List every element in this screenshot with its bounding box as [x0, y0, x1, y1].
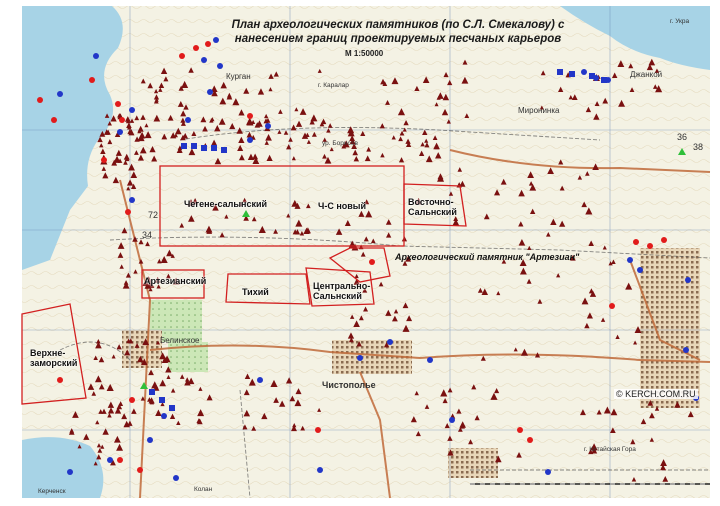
place-barisovo: ур. Борисов [322, 140, 358, 147]
title-line-1: План археологических памятников (по С.Л.… [231, 19, 565, 31]
grid-number-36: 36 [677, 132, 687, 142]
blue-marker [637, 267, 643, 273]
blue-marker [93, 53, 99, 59]
red-marker [57, 377, 63, 383]
grid-number-72: 72 [148, 210, 158, 220]
town-south [448, 448, 498, 478]
artezian-monument-note: Археологический памятник "Артезиан" [395, 252, 580, 262]
red-marker [89, 77, 95, 83]
blue-square-marker [191, 143, 197, 149]
quarry-chs-new-label: Ч-С новый [318, 201, 367, 211]
blue-marker [683, 347, 689, 353]
red-marker [125, 209, 131, 215]
blue-marker [161, 413, 167, 419]
blue-marker [545, 469, 551, 475]
blue-marker [129, 197, 135, 203]
quarry-vostochno-label: Восточно-Сальнский [408, 197, 457, 217]
place-kitayskaya-gora: г. Китайская Гора [584, 446, 636, 453]
blue-marker [627, 257, 633, 263]
blue-square-marker [201, 145, 207, 151]
red-marker [193, 45, 199, 51]
blue-marker [685, 277, 691, 283]
blue-square-marker [601, 77, 607, 83]
red-marker [119, 117, 125, 123]
blue-marker [449, 417, 455, 423]
red-marker [661, 237, 667, 243]
blue-marker [207, 89, 213, 95]
blue-marker [67, 469, 73, 475]
blue-marker [581, 69, 587, 75]
place-mironinka: Миронинка [518, 106, 560, 115]
place-ukrain: г. Укра [670, 18, 690, 25]
blue-square-marker [221, 147, 227, 153]
place-dzhankoy: Джанкой [630, 70, 663, 79]
place-belinskoe: Белинское [160, 336, 200, 345]
blue-marker [201, 57, 207, 63]
red-marker [315, 427, 321, 433]
red-marker [137, 467, 143, 473]
blue-square-marker [569, 71, 575, 77]
quarry-chegene-label: Чегене-салынский [184, 199, 268, 209]
quarry-tikhiy-label: Тихий [242, 287, 269, 297]
blue-marker [357, 355, 363, 361]
blue-marker [129, 107, 135, 113]
red-marker [179, 53, 185, 59]
red-marker [51, 117, 57, 123]
blue-square-marker [169, 405, 175, 411]
grid-number-34: 34 [142, 230, 152, 240]
title-line-2: нанесением границ проектируемых песчаных… [234, 33, 562, 45]
red-marker [633, 239, 639, 245]
blue-square-marker [181, 143, 187, 149]
blue-marker [247, 137, 253, 143]
map-title: План археологических памятников (по С.Л.… [208, 18, 588, 46]
blue-marker [265, 123, 271, 129]
place-kolan: Колан [194, 486, 213, 493]
topographic-map: 36 72 34 38 [21, 6, 711, 499]
quarry-centralno-label: Центрально-Сальнский [313, 281, 371, 301]
grid-number-38: 38 [693, 142, 703, 152]
blue-marker [57, 91, 63, 97]
quarry-verkhne-label: Верхне-заморский [30, 348, 78, 368]
blue-square-marker [211, 145, 217, 151]
blue-marker [257, 377, 263, 383]
blue-marker [173, 475, 179, 481]
map-stage: 36 72 34 38 План археологических памятни… [0, 0, 720, 506]
watermark: © KERCH.COM.RU [614, 389, 698, 399]
red-marker [647, 243, 653, 249]
place-kurgan: Курган [226, 72, 251, 81]
blue-square-marker [557, 69, 563, 75]
blue-marker [147, 437, 153, 443]
blue-square-marker [589, 73, 595, 79]
red-marker [247, 113, 253, 119]
red-marker [101, 157, 107, 163]
red-marker [117, 457, 123, 463]
blue-marker [217, 63, 223, 69]
blue-marker [107, 457, 113, 463]
red-marker [527, 437, 533, 443]
quarry-artezian-label: Артезианский [144, 276, 207, 286]
blue-marker [117, 129, 123, 135]
blue-marker [387, 339, 393, 345]
blue-marker [317, 467, 323, 473]
place-chistopolye: Чистополье [322, 380, 376, 390]
red-marker [609, 303, 615, 309]
town-mto [640, 248, 700, 408]
red-marker [37, 97, 43, 103]
place-kerchensk: Керченск [38, 488, 66, 495]
blue-marker [185, 117, 191, 123]
place-karalar: г. Каралар [318, 82, 349, 89]
red-marker [115, 101, 121, 107]
blue-square-marker [149, 389, 155, 395]
map-scale: М 1:50000 [345, 49, 384, 58]
blue-marker [427, 357, 433, 363]
red-marker [369, 259, 375, 265]
red-marker [129, 397, 135, 403]
red-marker [517, 427, 523, 433]
blue-square-marker [159, 397, 165, 403]
